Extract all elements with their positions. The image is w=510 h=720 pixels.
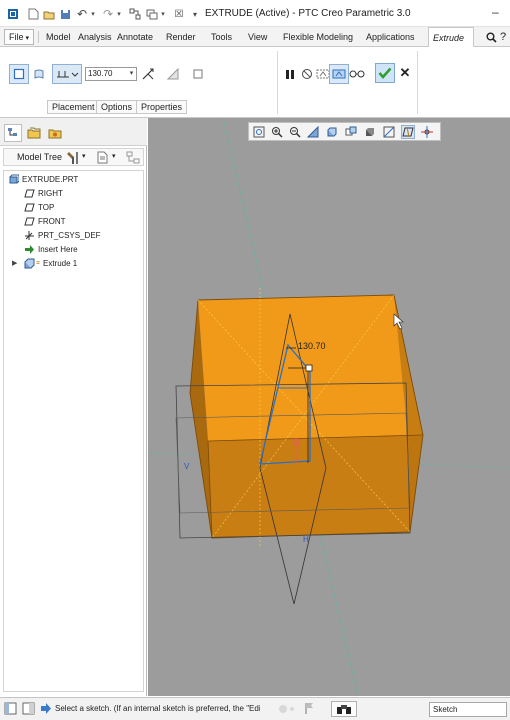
graphics-window[interactable]: 130.70 V H	[148, 118, 510, 696]
tab-model[interactable]: Model	[42, 27, 75, 47]
navigator-tabs	[0, 118, 147, 146]
save-icon[interactable]	[58, 6, 72, 22]
ok-checkmark-button[interactable]	[375, 63, 395, 83]
verify-glasses-icon[interactable]	[347, 64, 367, 84]
show-navigator-icon[interactable]	[4, 702, 17, 717]
tree-item-label: EXTRUDE.PRT	[22, 175, 79, 184]
tab-flexible-modeling[interactable]: Flexible Modeling	[279, 27, 357, 47]
title-bar: ↶ ▾ ↷ ▾ ▾ ☒ ▾ EXTRUDE (Active) - PTC Cre…	[0, 0, 510, 27]
tree-settings-dropdown-icon[interactable]: ▾	[82, 152, 86, 160]
file-menu-button[interactable]: File ▾	[4, 29, 34, 45]
search-icon[interactable]	[486, 29, 497, 45]
windows-icon[interactable]	[145, 6, 159, 22]
tab-extrude[interactable]: Extrude	[428, 27, 474, 48]
extrude-as-surface-button[interactable]	[29, 64, 49, 84]
csys-icon	[24, 230, 35, 241]
extrude-as-solid-button[interactable]	[9, 64, 29, 84]
chevron-down-icon: ▾	[23, 35, 29, 42]
binoculars-icon	[337, 704, 351, 714]
show-browser-icon[interactable]	[22, 702, 35, 717]
model-tree-tab-icon[interactable]	[4, 124, 22, 142]
close-window-icon[interactable]: ☒	[172, 6, 186, 22]
insert-arrow-icon	[24, 244, 35, 255]
tab-view[interactable]: View	[244, 27, 271, 47]
tab-separator	[38, 31, 39, 43]
extrude-dashboard: 130.70 ▾ ✕ Placement Options Properties	[0, 47, 510, 118]
folder-browser-tab-icon[interactable]	[25, 124, 43, 142]
favorites-tab-icon[interactable]	[46, 124, 64, 142]
tree-item-label: TOP	[38, 203, 55, 212]
part-icon	[8, 174, 20, 185]
customize-toolbar-icon[interactable]: ▾	[190, 6, 200, 22]
ribbon-tab-bar: File ▾ Model Analysis Annotate Render To…	[0, 27, 510, 48]
tree-filters-icon[interactable]	[126, 151, 140, 166]
extrude-front-face[interactable]	[208, 435, 423, 538]
minimize-icon[interactable]: –	[492, 5, 499, 19]
find-binoculars-button[interactable]	[331, 701, 357, 717]
status-message: Select a sketch. (If an internal sketch …	[55, 704, 260, 713]
tab-tools[interactable]: Tools	[207, 27, 236, 47]
thicken-sketch-icon[interactable]	[188, 64, 208, 84]
redo-icon[interactable]: ↷	[101, 6, 115, 22]
sketch-marker-icon: ⌗	[36, 260, 40, 267]
options-tab[interactable]: Options	[96, 100, 138, 114]
selection-filter-value: Sketch	[433, 705, 458, 714]
message-arrow-icon	[40, 702, 52, 717]
datum-plane-icon	[24, 188, 35, 199]
model-tree-title: Model Tree	[17, 152, 63, 162]
undo-dropdown-icon[interactable]: ▾	[89, 6, 97, 22]
new-file-icon[interactable]	[26, 6, 40, 22]
tab-annotate[interactable]: Annotate	[113, 27, 157, 47]
model-viewport[interactable]: 130.70 V H	[148, 118, 510, 696]
datum-label-h: H	[303, 535, 309, 544]
placement-tab[interactable]: Placement	[47, 100, 100, 114]
tab-render[interactable]: Render	[162, 27, 200, 47]
tree-item-label: Insert Here	[38, 245, 78, 254]
geometry-preview-icon[interactable]	[329, 64, 349, 84]
tree-item-label: RIGHT	[38, 189, 63, 198]
tab-analysis[interactable]: Analysis	[74, 27, 116, 47]
tree-settings-icon[interactable]	[67, 151, 80, 166]
model-tree-toolbar: Model Tree ▾ ▾	[3, 148, 144, 166]
redo-dropdown-icon[interactable]: ▾	[115, 6, 123, 22]
help-icon[interactable]: ?	[500, 29, 506, 45]
remove-material-icon[interactable]	[163, 64, 183, 84]
status-bar: Select a sketch. (If an internal sketch …	[0, 697, 510, 720]
selection-filter-dropdown[interactable]: Sketch	[429, 702, 507, 717]
ribbon-divider	[277, 51, 278, 114]
regen-status-icon	[278, 703, 300, 717]
show-columns-icon[interactable]	[97, 151, 108, 166]
datum-plane-icon	[24, 202, 35, 213]
show-dropdown-icon[interactable]: ▾	[112, 152, 116, 160]
extrude-feature-icon	[24, 258, 35, 269]
navigator-panel: Model Tree ▾ ▾ EXTRUDE.PRT RIGHT TOP FRO…	[0, 118, 147, 696]
regenerate-icon[interactable]	[128, 6, 142, 22]
tree-item-label: Extrude 1	[43, 259, 78, 268]
depth-option-dropdown[interactable]	[52, 64, 82, 84]
tree-item-label: PRT_CSYS_DEF	[38, 231, 101, 240]
undo-icon[interactable]: ↶	[75, 6, 89, 22]
cancel-x-button[interactable]: ✕	[398, 66, 412, 80]
flip-direction-icon[interactable]	[138, 64, 158, 84]
file-menu-label: File	[9, 32, 24, 42]
tab-applications[interactable]: Applications	[362, 27, 419, 47]
window-title: EXTRUDE (Active) - PTC Creo Parametric 3…	[205, 8, 411, 19]
depth-value-text: 130.70	[88, 69, 113, 78]
datum-label-v: V	[184, 462, 190, 471]
drag-handle[interactable]	[305, 364, 313, 372]
windows-dropdown-icon[interactable]: ▾	[159, 6, 167, 22]
ribbon-divider	[417, 51, 418, 114]
expand-arrow-icon[interactable]: ▶	[12, 258, 17, 270]
properties-tab[interactable]: Properties	[136, 100, 188, 114]
flag-icon[interactable]	[304, 702, 314, 717]
tree-item-label: FRONT	[38, 217, 66, 226]
datum-plane-icon	[24, 216, 35, 227]
depth-value-dropdown-icon[interactable]: ▾	[127, 68, 136, 80]
depth-dimension-label[interactable]: 130.70	[298, 341, 326, 351]
app-icon[interactable]	[6, 6, 20, 22]
open-file-icon[interactable]	[42, 6, 56, 22]
model-tree: EXTRUDE.PRT RIGHT TOP FRONT PRT_CSYS_DEF…	[3, 170, 144, 692]
